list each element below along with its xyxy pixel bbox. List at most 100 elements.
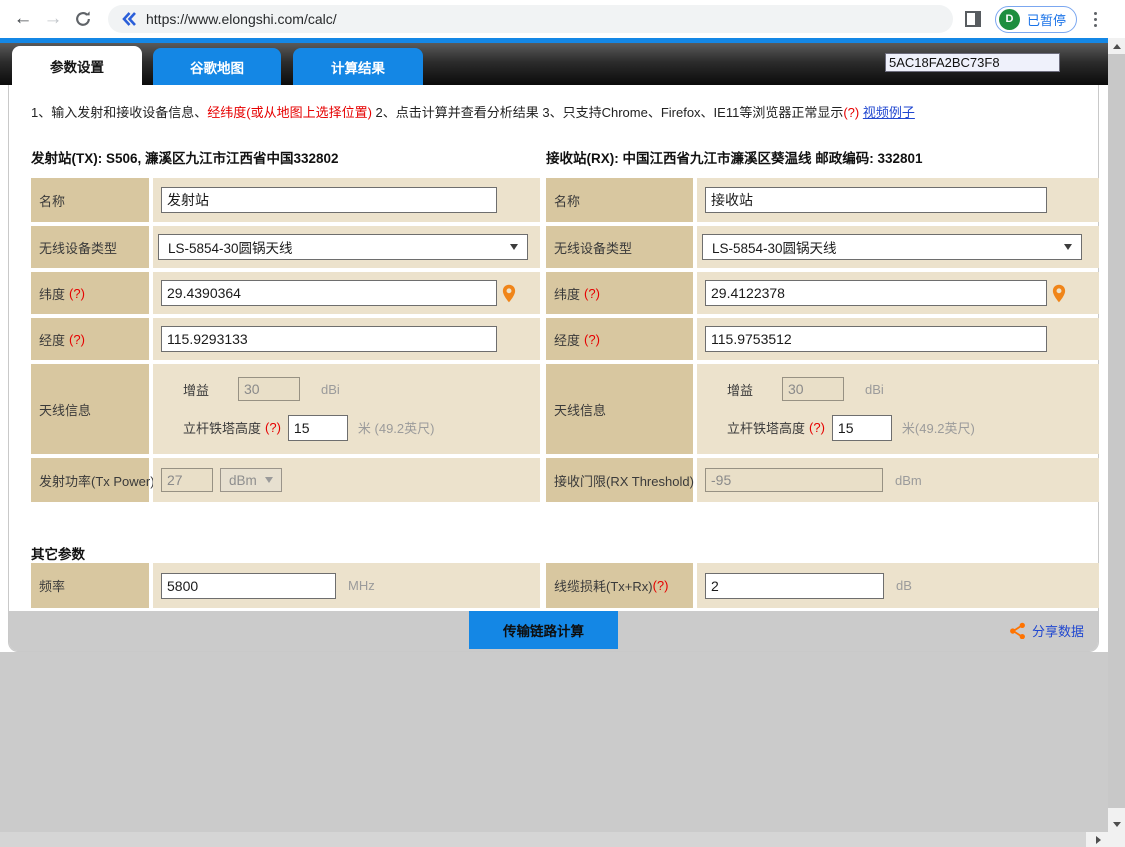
site-favicon-icon bbox=[121, 11, 137, 27]
tx-power-unit: dBm bbox=[229, 473, 257, 488]
rx-tower-height-input[interactable] bbox=[832, 415, 892, 441]
video-example-link[interactable]: 视频例子 bbox=[863, 105, 915, 120]
rx-threshold-row: 接收门限(RX Threshold)(?) dBm bbox=[546, 458, 1099, 502]
tx-gain-unit: dBi bbox=[321, 382, 340, 397]
rx-antenna-row: 天线信息 增益 dBi 立杆铁塔高度 (?) 米(49.2英尺) bbox=[546, 364, 1099, 454]
tx-power-input bbox=[161, 468, 213, 492]
rx-lat-label: 纬度 bbox=[554, 284, 580, 303]
cable-loss-section: 线缆损耗(Tx+Rx)(?) dB bbox=[546, 563, 1099, 608]
tx-lng-help[interactable]: (?) bbox=[69, 332, 85, 347]
tx-antenna-row: 天线信息 增益 dBi 立杆铁塔高度 (?) 米 (49.2英尺) bbox=[31, 364, 540, 454]
frequency-input[interactable] bbox=[161, 573, 336, 599]
calculate-link-button[interactable]: 传输链路计算 bbox=[469, 611, 618, 649]
tab-parameter-settings[interactable]: 参数设置 bbox=[12, 46, 142, 85]
tx-power-label: 发射功率(Tx Power) bbox=[31, 458, 149, 502]
rx-lng-label: 经度 bbox=[554, 330, 580, 349]
avatar: D bbox=[999, 9, 1020, 30]
tab-google-map[interactable]: 谷歌地图 bbox=[153, 48, 281, 85]
tab-calc-results[interactable]: 计算结果 bbox=[293, 48, 423, 85]
forward-icon[interactable]: → bbox=[38, 8, 68, 30]
tx-gain-input bbox=[238, 377, 300, 401]
rx-lat-row: 纬度 (?) bbox=[546, 272, 1099, 314]
triangle-right-icon bbox=[1096, 836, 1101, 844]
rx-longitude-input[interactable] bbox=[705, 326, 1047, 352]
tx-power-unit-select: dBm bbox=[220, 468, 282, 492]
tx-tower-label: 立杆铁塔高度 bbox=[183, 418, 261, 437]
tx-latitude-input[interactable] bbox=[161, 280, 497, 306]
rx-section: 接收站(RX): 中国江西省九江市濂溪区葵温线 邮政编码: 332801 名称 … bbox=[546, 147, 1099, 506]
rx-lng-row: 经度 (?) bbox=[546, 318, 1099, 360]
rx-gain-label: 增益 bbox=[727, 380, 753, 399]
horizontal-scroll-thumb[interactable] bbox=[0, 832, 1086, 847]
frequency-unit: MHz bbox=[348, 578, 375, 593]
side-panel-icon[interactable] bbox=[965, 11, 981, 27]
menu-icon[interactable] bbox=[1090, 8, 1101, 31]
instruction-text-red: 经纬度(或从地图上选择位置) bbox=[207, 105, 372, 120]
profile-status: 已暂停 bbox=[1027, 10, 1066, 29]
tx-power-row: 发射功率(Tx Power) dBm bbox=[31, 458, 540, 502]
tx-lat-row: 纬度(?) bbox=[31, 272, 540, 314]
refresh-icon[interactable] bbox=[68, 10, 98, 28]
tx-lng-row: 经度 (?) bbox=[31, 318, 540, 360]
rx-threshold-input bbox=[705, 468, 883, 492]
rx-device-label: 无线设备类型 bbox=[546, 226, 693, 268]
cable-loss-input[interactable] bbox=[705, 573, 884, 599]
rx-lng-help[interactable]: (?) bbox=[584, 332, 600, 347]
tx-tower-height-input[interactable] bbox=[288, 415, 348, 441]
tx-tower-help[interactable]: (?) bbox=[265, 420, 281, 435]
tx-device-label: 无线设备类型 bbox=[31, 226, 149, 268]
rx-latitude-input[interactable] bbox=[705, 280, 1047, 306]
rx-name-row: 名称 bbox=[546, 178, 1099, 222]
rx-name-input[interactable] bbox=[705, 187, 1047, 213]
browser-toolbar: ← → https://www.elongshi.com/calc/ D 已暂停 bbox=[0, 0, 1108, 38]
vertical-scrollbar[interactable] bbox=[1108, 38, 1125, 832]
horizontal-scrollbar[interactable] bbox=[0, 832, 1108, 847]
vertical-scroll-thumb[interactable] bbox=[1108, 54, 1125, 808]
tx-lng-label: 经度 bbox=[39, 330, 65, 349]
rx-device-selected: LS-5854-30圆锅天线 bbox=[712, 237, 837, 257]
tx-lat-help[interactable]: (?) bbox=[69, 286, 85, 301]
url-text: https://www.elongshi.com/calc/ bbox=[146, 11, 337, 27]
rx-device-select[interactable]: LS-5854-30圆锅天线 bbox=[702, 234, 1082, 260]
share-data-link[interactable]: 分享数据 bbox=[1009, 621, 1084, 640]
rx-gain-unit: dBi bbox=[865, 382, 884, 397]
triangle-down-icon bbox=[1113, 822, 1121, 827]
session-code-input[interactable] bbox=[885, 53, 1060, 72]
back-icon[interactable]: ← bbox=[8, 8, 38, 30]
refresh-glyph bbox=[74, 10, 92, 28]
rx-lat-help[interactable]: (?) bbox=[584, 286, 600, 301]
scroll-right-button[interactable] bbox=[1088, 832, 1108, 847]
tab-bar: 参数设置 谷歌地图 计算结果 bbox=[0, 43, 1108, 85]
tx-device-row: 无线设备类型 LS-5854-30圆锅天线 bbox=[31, 226, 540, 268]
tx-longitude-input[interactable] bbox=[161, 326, 497, 352]
profile-pill[interactable]: D 已暂停 bbox=[995, 6, 1077, 33]
chevron-down-icon bbox=[1064, 244, 1072, 250]
rx-map-pin-icon[interactable] bbox=[1052, 284, 1066, 303]
other-params-header: 其它参数 bbox=[31, 543, 85, 563]
cable-loss-unit: dB bbox=[896, 578, 912, 593]
rx-gain-input bbox=[782, 377, 844, 401]
rx-threshold-label: 接收门限(RX Threshold) bbox=[554, 471, 694, 490]
scrollbar-corner bbox=[1108, 832, 1125, 847]
content-panel: 1、输入发射和接收设备信息、经纬度(或从地图上选择位置) 2、点击计算并查看分析… bbox=[8, 85, 1099, 652]
chevron-down-icon bbox=[265, 477, 273, 483]
app-window: { "browser": { "url": "https://www.elong… bbox=[0, 0, 1125, 847]
rx-tower-help[interactable]: (?) bbox=[809, 420, 825, 435]
tx-name-input[interactable] bbox=[161, 187, 497, 213]
chevron-down-icon bbox=[510, 244, 518, 250]
toolbar-right: D 已暂停 bbox=[965, 6, 1101, 33]
tx-gain-label: 增益 bbox=[183, 380, 209, 399]
scroll-up-button[interactable] bbox=[1108, 38, 1125, 54]
tx-name-row: 名称 bbox=[31, 178, 540, 222]
address-bar[interactable]: https://www.elongshi.com/calc/ bbox=[108, 5, 953, 33]
tx-device-select[interactable]: LS-5854-30圆锅天线 bbox=[158, 234, 528, 260]
instruction-help-mark[interactable]: (?) bbox=[843, 105, 859, 120]
scroll-down-button[interactable] bbox=[1108, 816, 1125, 832]
tx-map-pin-icon[interactable] bbox=[502, 284, 516, 303]
tx-section: 发射站(TX): S506, 濂溪区九江市江西省中国332802 名称 无线设备… bbox=[31, 147, 540, 506]
share-data-label: 分享数据 bbox=[1032, 621, 1084, 640]
instruction-text-2: 2、点击计算并查看分析结果 3、只支持Chrome、Firefox、IE11等浏… bbox=[372, 105, 843, 120]
share-icon bbox=[1009, 622, 1026, 639]
cable-loss-help[interactable]: (?) bbox=[653, 578, 669, 593]
rx-device-row: 无线设备类型 LS-5854-30圆锅天线 bbox=[546, 226, 1099, 268]
